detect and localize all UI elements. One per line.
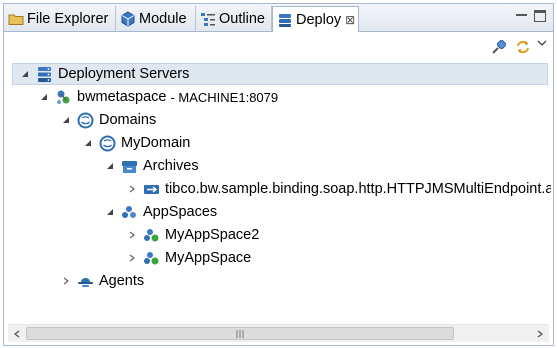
tab-module[interactable]: Module [116, 6, 196, 31]
appspace-group-icon [121, 204, 138, 221]
folder-icon [8, 11, 24, 27]
appspace-running-icon [143, 227, 160, 244]
expanded-icon[interactable] [104, 160, 116, 172]
scroll-left-icon[interactable] [8, 325, 25, 342]
outline-icon [200, 11, 216, 27]
tab-deploy[interactable]: Deploy ⊠ [272, 6, 359, 33]
tab-label: File Explorer [27, 10, 109, 27]
node-label: AppSpaces [143, 204, 218, 220]
tab-file-explorer[interactable]: File Explorer [4, 6, 116, 31]
tab-strip: File Explorer Module Outline Deploy ⊠ [4, 4, 553, 33]
collapsed-icon[interactable] [60, 275, 72, 287]
expanded-icon[interactable] [104, 206, 116, 218]
tab-label: Module [139, 10, 187, 27]
deployment-tree: Deployment Servers bwmetaspace - MACHINE… [8, 61, 551, 323]
ear-file-icon [143, 181, 160, 198]
deploy-view: File Explorer Module Outline Deploy ⊠ De… [3, 3, 554, 346]
expanded-icon[interactable] [82, 137, 94, 149]
maximize-icon[interactable] [534, 10, 546, 22]
domain-icon [77, 112, 94, 129]
tree-node-mydomain[interactable]: MyDomain [82, 132, 190, 154]
node-label: tibco.bw.sample.binding.soap.http.HTTPJM… [165, 181, 551, 197]
collapsed-icon[interactable] [126, 183, 138, 195]
close-icon[interactable]: ⊠ [345, 13, 355, 27]
tab-outline[interactable]: Outline [196, 6, 272, 31]
view-toolbar [4, 32, 553, 60]
refresh-icon[interactable] [514, 38, 532, 56]
tree-node-deployment-servers[interactable]: Deployment Servers [12, 63, 548, 85]
node-label: Agents [99, 273, 145, 289]
expanded-icon[interactable] [19, 68, 31, 80]
node-label: MyAppSpace2 [165, 227, 260, 243]
node-sublabel: - MACHINE1:8079 [170, 89, 279, 105]
tree-node-appspace[interactable]: MyAppSpace2 [126, 224, 259, 246]
module-icon [120, 10, 136, 27]
node-label: bwmetaspace [77, 89, 167, 105]
appspace-running-icon [143, 250, 160, 267]
node-label: MyAppSpace [165, 250, 252, 266]
horizontal-scrollbar[interactable] [8, 324, 549, 342]
tree-node-archives[interactable]: Archives [104, 155, 199, 177]
node-label: Archives [143, 158, 199, 174]
collapsed-icon[interactable] [126, 229, 138, 241]
grip-icon [236, 329, 244, 338]
tab-label: Outline [219, 10, 265, 27]
tree-node-appspaces[interactable]: AppSpaces [104, 201, 217, 223]
tree-node-appspace[interactable]: MyAppSpace [126, 247, 251, 269]
servers-icon [36, 66, 53, 83]
collapsed-icon[interactable] [126, 252, 138, 264]
tree-node-domains[interactable]: Domains [60, 109, 156, 131]
node-label: Domains [99, 112, 157, 128]
machine-icon [55, 89, 72, 106]
node-label: Deployment Servers [58, 66, 190, 82]
expanded-icon[interactable] [38, 91, 50, 103]
deploy-icon [277, 12, 293, 28]
view-menu-icon[interactable] [536, 36, 553, 54]
agent-icon [77, 273, 94, 290]
tree-node-agents[interactable]: Agents [60, 270, 144, 292]
scrollbar-thumb[interactable] [26, 327, 454, 340]
tab-label: Deploy [296, 12, 342, 28]
node-label: MyDomain [121, 135, 191, 151]
minimize-icon[interactable] [516, 14, 527, 17]
domain-icon [99, 135, 116, 152]
connect-icon[interactable] [490, 38, 508, 56]
archive-folder-icon [121, 158, 138, 175]
expanded-icon[interactable] [60, 114, 72, 126]
scroll-right-icon[interactable] [531, 325, 548, 342]
tree-node-archive-ear[interactable]: tibco.bw.sample.binding.soap.http.HTTPJM… [126, 178, 551, 200]
tree-node-server[interactable]: bwmetaspace - MACHINE1:8079 [38, 86, 278, 108]
